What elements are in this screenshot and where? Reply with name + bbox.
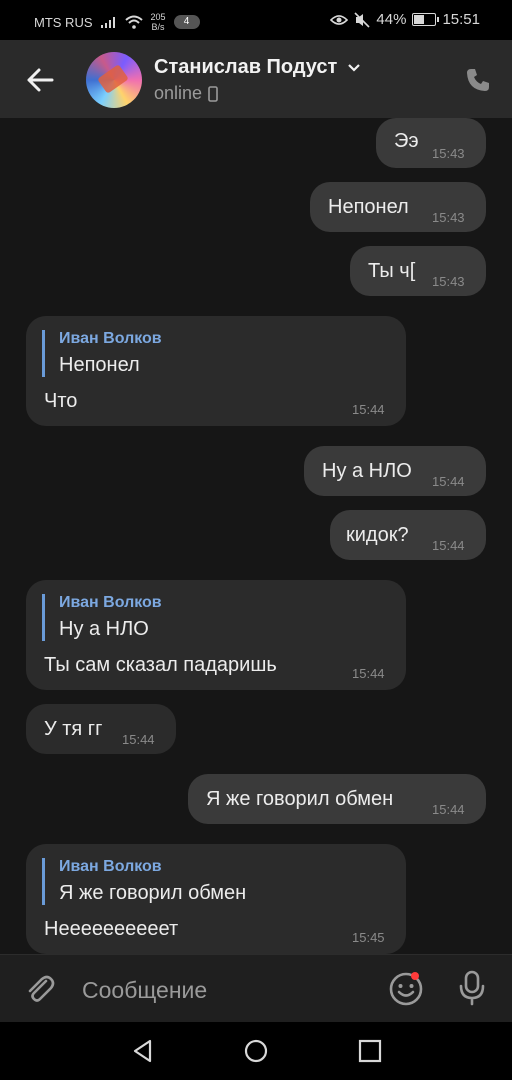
phone-call-icon[interactable] bbox=[462, 64, 494, 96]
message-input[interactable] bbox=[80, 973, 374, 1007]
reply-quote[interactable]: Иван Волков Ну а НЛО bbox=[42, 594, 162, 641]
message-time: 15:45 bbox=[352, 930, 385, 945]
message-text: Ээ bbox=[394, 130, 419, 152]
message-text: кидок? bbox=[346, 524, 409, 546]
message-time: 15:44 bbox=[352, 666, 385, 681]
message-bubble-incoming[interactable]: У тя гг 15:44 bbox=[26, 704, 176, 754]
sim-badge: 4 bbox=[173, 15, 200, 29]
message-time: 15:44 bbox=[432, 802, 465, 817]
message-bubble-outgoing[interactable]: Ну а НЛО 15:44 bbox=[304, 446, 486, 496]
notification-dot bbox=[411, 972, 419, 980]
paperclip-icon[interactable] bbox=[22, 971, 56, 1005]
message-time: 15:44 bbox=[432, 474, 465, 489]
signal-icon bbox=[100, 17, 115, 28]
message-time: 15:43 bbox=[432, 274, 465, 289]
message-text: Непонел bbox=[328, 196, 409, 218]
speed-unit: B/s bbox=[151, 22, 165, 32]
message-text: Ты сам сказал падаришь bbox=[44, 654, 277, 676]
back-arrow-icon[interactable] bbox=[22, 62, 58, 98]
nav-back-icon[interactable] bbox=[130, 1038, 156, 1064]
contact-name: Станислав Подуст bbox=[154, 56, 338, 78]
message-text: Ну а НЛО bbox=[322, 460, 412, 482]
nav-recents-icon[interactable] bbox=[357, 1038, 383, 1064]
chevron-down-icon bbox=[348, 63, 360, 72]
message-time: 15:44 bbox=[432, 538, 465, 553]
status-right: 44% 15:51 bbox=[330, 11, 480, 28]
message-bubble-outgoing[interactable]: кидок? 15:44 bbox=[330, 510, 486, 560]
reply-text: Непонел bbox=[59, 354, 140, 376]
message-time: 15:44 bbox=[122, 732, 155, 747]
contact-status: online bbox=[154, 83, 218, 104]
reply-quote[interactable]: Иван Волков Непонел bbox=[42, 330, 162, 377]
battery-icon bbox=[412, 13, 440, 26]
network-speed: 205 B/s bbox=[151, 12, 166, 32]
mobile-device-icon bbox=[208, 85, 218, 102]
message-bubble-outgoing[interactable]: Я же говорил обмен 15:44 bbox=[188, 774, 486, 824]
message-bubble-incoming[interactable]: Иван Волков Я же говорил обмен Нееееееее… bbox=[26, 844, 406, 954]
reply-quote[interactable]: Иван Волков Я же говорил обмен bbox=[42, 858, 246, 905]
eye-icon bbox=[330, 14, 349, 25]
carrier-name: MTS RUS bbox=[34, 14, 93, 30]
clock: 15:51 bbox=[442, 11, 480, 28]
status-bar: MTS RUS 205 B/s 4 44% 15:51 bbox=[0, 0, 512, 40]
reply-author: Иван Волков bbox=[59, 858, 162, 875]
wifi-icon bbox=[124, 15, 143, 29]
reply-author: Иван Волков bbox=[59, 330, 162, 347]
mute-icon bbox=[354, 11, 370, 28]
status-left: MTS RUS 205 B/s 4 bbox=[34, 12, 200, 32]
reply-author: Иван Волков bbox=[59, 594, 162, 611]
message-bubble-outgoing[interactable]: Ээ 15:43 bbox=[376, 118, 486, 168]
message-bubble-outgoing[interactable]: Непонел 15:43 bbox=[310, 182, 486, 232]
message-text: Ты ч[ bbox=[368, 260, 416, 282]
reply-text: Ну а НЛО bbox=[59, 618, 149, 640]
message-bubble-incoming[interactable]: Иван Волков Непонел Что 15:44 bbox=[26, 316, 406, 426]
nav-home-icon[interactable] bbox=[243, 1038, 269, 1064]
battery-percent: 44% bbox=[376, 11, 407, 28]
message-bubble-incoming[interactable]: Иван Волков Ну а НЛО Ты сам сказал падар… bbox=[26, 580, 406, 690]
message-text: Я же говорил обмен bbox=[206, 788, 394, 810]
message-bubble-outgoing[interactable]: Ты ч[ 15:43 bbox=[350, 246, 486, 296]
contact-title[interactable]: Станислав Подуст bbox=[154, 56, 361, 79]
message-text: Неееееееееет bbox=[44, 918, 179, 940]
speed-value: 205 bbox=[150, 12, 166, 22]
microphone-icon[interactable] bbox=[456, 969, 488, 1007]
system-nav-bar bbox=[0, 1022, 512, 1080]
message-text: У тя гг bbox=[44, 718, 103, 740]
reply-text: Я же говорил обмен bbox=[59, 882, 247, 904]
contact-avatar[interactable] bbox=[86, 52, 142, 108]
message-time: 15:44 bbox=[352, 402, 385, 417]
composer-bar bbox=[0, 954, 512, 1023]
online-status: online bbox=[154, 83, 203, 103]
message-list[interactable]: Ээ 15:43 Непонел 15:43 Ты ч[ 15:43 Иван … bbox=[0, 118, 512, 954]
message-text: Что bbox=[44, 390, 78, 412]
message-time: 15:43 bbox=[432, 146, 465, 161]
chat-header: Станислав Подуст online bbox=[0, 40, 512, 118]
message-time: 15:43 bbox=[432, 210, 465, 225]
